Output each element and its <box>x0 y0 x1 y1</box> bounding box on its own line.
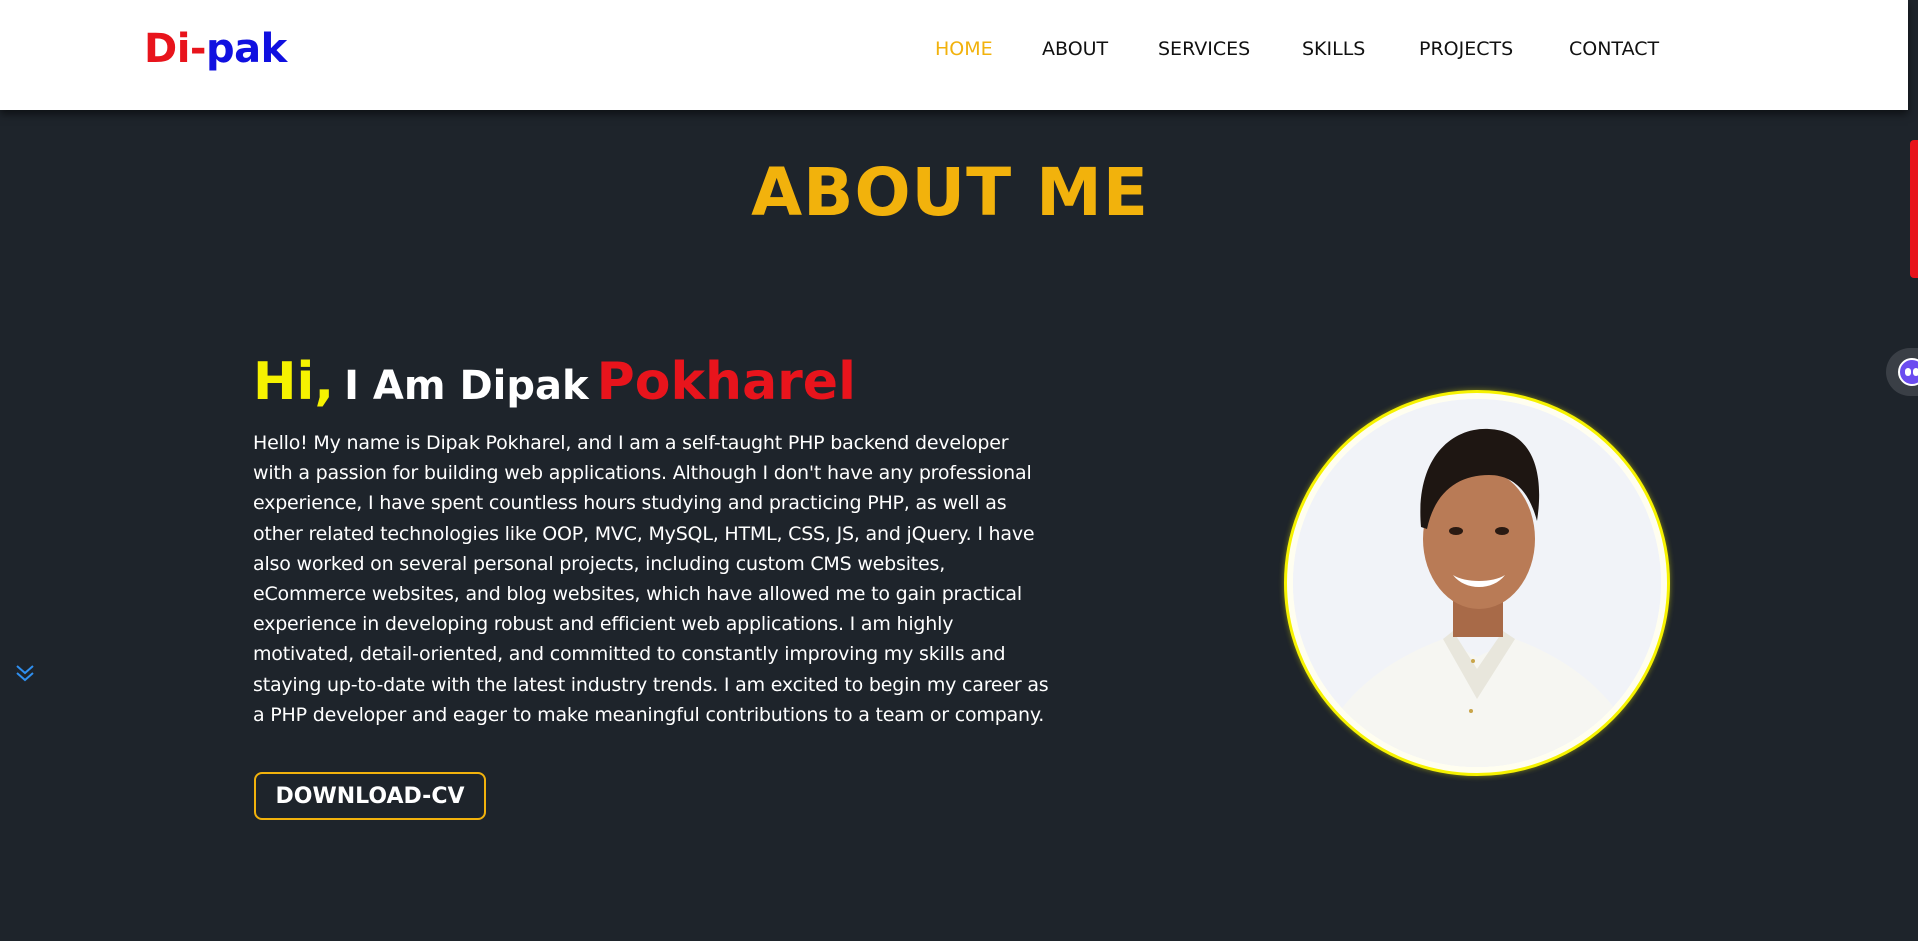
greeting-heading: Hi, I Am Dipak Pokharel <box>253 352 856 412</box>
nav-about[interactable]: ABOUT <box>1042 38 1108 60</box>
download-cv-button[interactable]: DOWNLOAD-CV <box>254 772 486 820</box>
profile-photo-illustration <box>1293 399 1661 767</box>
greeting-name: I Am Dipak <box>344 363 589 409</box>
chat-widget-button[interactable] <box>1886 348 1918 396</box>
navbar: Di-pak HOME ABOUT SERVICES SKILLS PROJEC… <box>0 0 1908 110</box>
brand-logo[interactable]: Di-pak <box>144 26 287 72</box>
nav-home[interactable]: HOME <box>935 38 993 60</box>
section-title: ABOUT ME <box>751 154 1149 231</box>
greeting-surname: Pokharel <box>596 352 856 412</box>
nav-services[interactable]: SERVICES <box>1158 38 1250 60</box>
brand-logo-part1: Di- <box>144 26 207 72</box>
double-chevron-down-icon[interactable] <box>14 662 36 684</box>
nav-skills[interactable]: SKILLS <box>1302 38 1365 60</box>
nav-contact[interactable]: CONTACT <box>1569 38 1659 60</box>
bio-paragraph: Hello! My name is Dipak Pokharel, and I … <box>253 432 1049 726</box>
brand-logo-part2: pak <box>206 26 287 72</box>
scrollbar-thumb[interactable] <box>1910 140 1918 278</box>
profile-photo <box>1293 399 1661 767</box>
profile-photo-frame <box>1284 390 1670 776</box>
nav-projects[interactable]: PROJECTS <box>1419 38 1513 60</box>
greeting-hi: Hi, <box>253 352 335 412</box>
chat-bot-icon <box>1898 358 1918 386</box>
